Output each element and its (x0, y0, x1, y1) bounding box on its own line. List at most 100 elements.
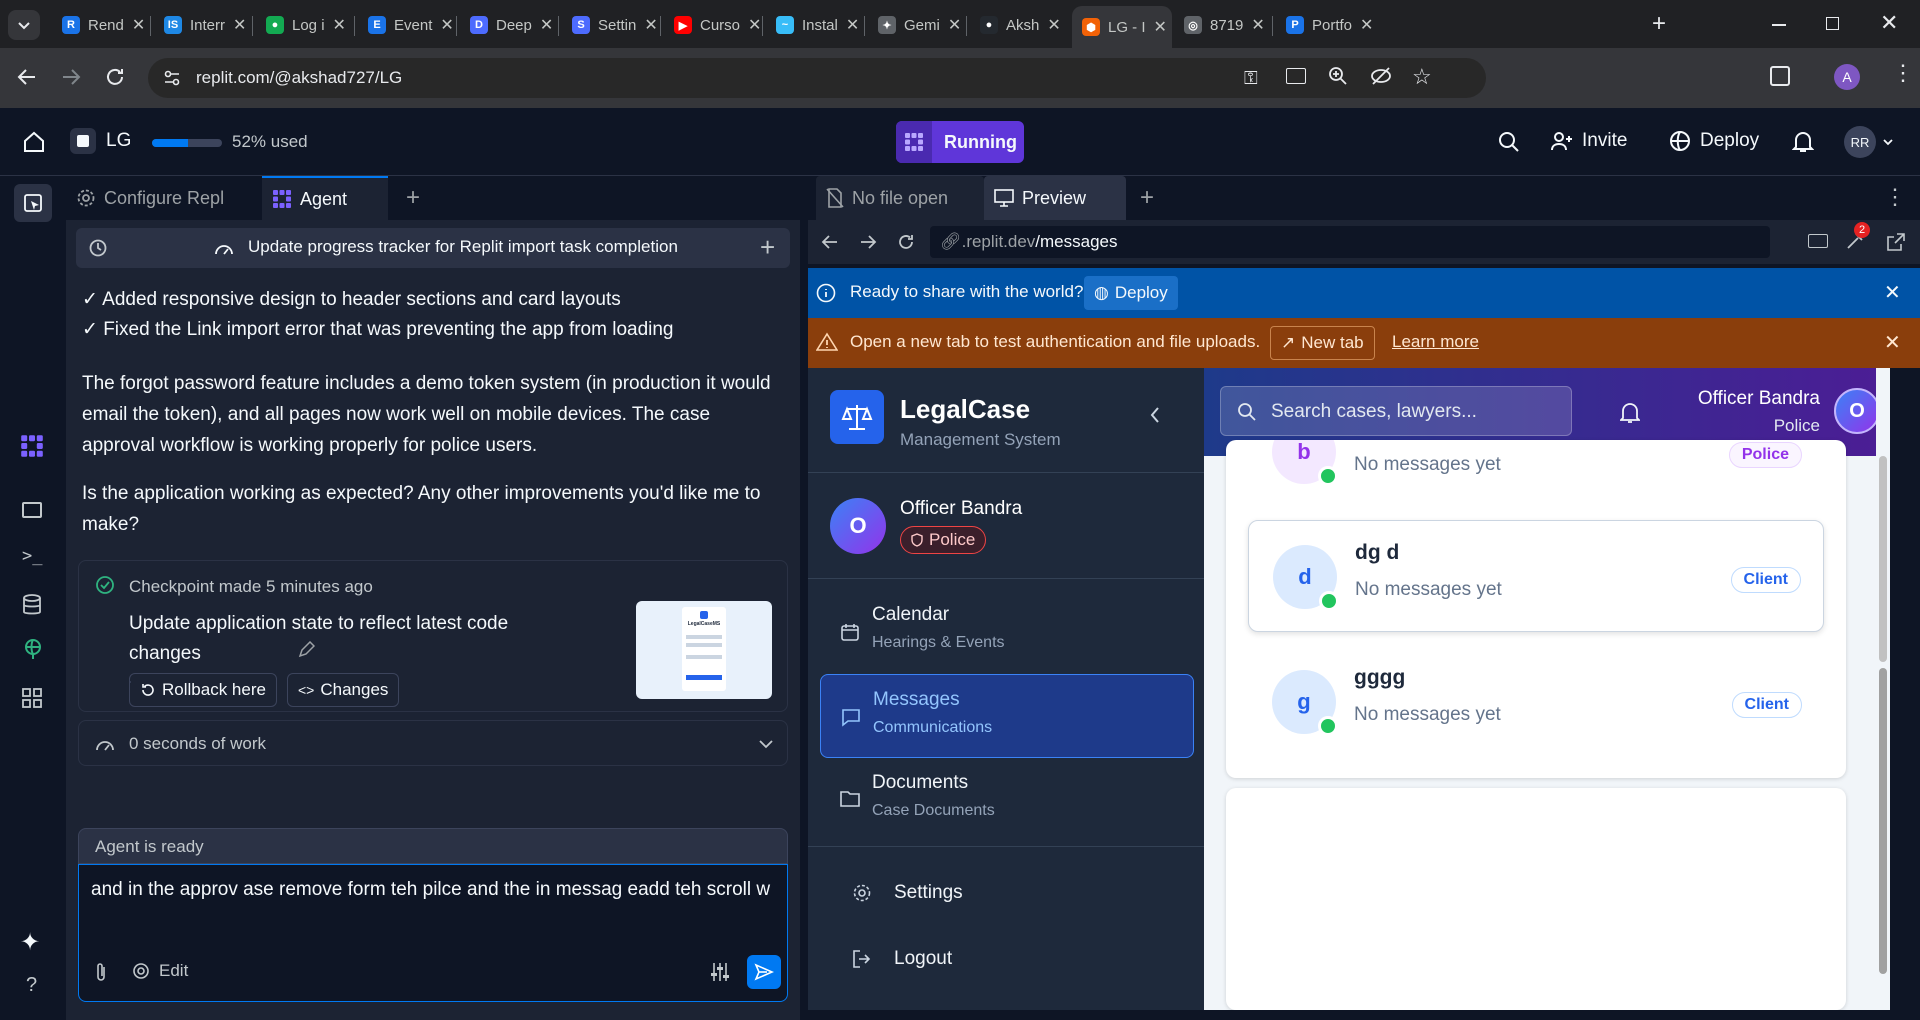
browser-tab[interactable]: ▶ Curso ✕ (664, 8, 760, 42)
browser-tab[interactable]: E Event ✕ (358, 8, 454, 42)
address-bar[interactable]: replit.com/@akshad727/LG ⚿ ☆ (148, 58, 1486, 98)
tab-agent[interactable]: Agent (262, 176, 388, 220)
add-tab-button[interactable]: + (1140, 184, 1154, 212)
close-banner-icon[interactable]: ✕ (1884, 330, 1901, 355)
agent-tool-icon[interactable] (20, 434, 44, 458)
settings-link[interactable]: Settings (852, 882, 963, 904)
add-tab-button[interactable]: + (406, 184, 420, 212)
agent-prompt-input[interactable]: and in the approv ase remove form teh pi… (91, 875, 777, 905)
browser-tab[interactable]: P Portfo ✕ (1276, 8, 1372, 42)
browser-tab[interactable]: R Rend ✕ (52, 8, 148, 42)
logout-link[interactable]: Logout (852, 948, 952, 970)
ai-sparkle-icon[interactable]: ✦ (20, 928, 40, 957)
tab-no-file[interactable]: No file open (816, 176, 984, 220)
open-new-tab-icon[interactable] (1886, 232, 1906, 252)
user-avatar[interactable]: RR (1844, 126, 1876, 158)
new-session-button[interactable]: + (760, 232, 775, 263)
collapse-sidebar-icon[interactable] (1148, 406, 1162, 424)
deployments-tool-icon[interactable] (22, 638, 44, 660)
send-button[interactable] (747, 955, 781, 989)
search-icon[interactable] (1498, 131, 1520, 153)
help-icon[interactable]: ? (26, 974, 37, 997)
reload-icon[interactable] (104, 66, 126, 88)
home-icon[interactable] (22, 130, 46, 154)
all-tools-icon[interactable] (22, 688, 42, 708)
history-icon[interactable] (88, 238, 108, 258)
preview-reload-icon[interactable] (896, 232, 916, 252)
changes-button[interactable]: <> Changes (287, 673, 400, 707)
close-tab-icon[interactable]: ✕ (132, 15, 145, 35)
bookmark-star-icon[interactable]: ☆ (1412, 64, 1432, 90)
nav-item-calendar[interactable]: Calendar Hearings & Events (820, 590, 1194, 674)
pane-divider[interactable] (800, 176, 808, 1020)
conversation-item[interactable]: bb uuNo messages yetPolice (1248, 440, 1824, 508)
password-key-icon[interactable]: ⚿ (1244, 68, 1258, 89)
preview-forward-icon[interactable] (858, 232, 878, 252)
preview-back-icon[interactable] (820, 232, 840, 252)
page-scrollbar[interactable] (1876, 368, 1890, 1010)
forward-arrow-icon[interactable] (60, 66, 82, 88)
close-tab-icon[interactable]: ✕ (644, 15, 657, 35)
learn-more-link[interactable]: Learn more (1392, 332, 1479, 352)
browser-tab[interactable]: IS Interr ✕ (154, 8, 250, 42)
extensions-puzzle-icon[interactable] (1770, 66, 1790, 86)
nav-item-messages[interactable]: Messages Communications (820, 674, 1194, 758)
header-user-avatar[interactable]: O (1834, 388, 1880, 434)
app-search-input[interactable]: Search cases, lawyers... (1220, 386, 1572, 436)
run-button[interactable]: Running (896, 121, 1024, 163)
minimize-button[interactable] (1772, 24, 1786, 26)
tab-configure-repl[interactable]: Configure Repl (66, 176, 234, 220)
nav-item-documents[interactable]: Documents Case Documents (820, 758, 1194, 842)
user-menu-chevron-icon[interactable] (1882, 136, 1894, 148)
responsive-devices-icon[interactable] (1808, 234, 1828, 248)
close-tab-icon[interactable]: ✕ (748, 15, 760, 35)
browser-tab[interactable]: D Deep ✕ (460, 8, 556, 42)
pane-menu-icon[interactable]: ⋮ (1884, 184, 1906, 210)
site-info-icon[interactable] (162, 68, 182, 88)
banner-deploy-button[interactable]: ◍ Deploy (1084, 276, 1178, 310)
zoom-icon[interactable] (1328, 66, 1348, 86)
checkpoint-screenshot-thumbnail[interactable]: LegalCaseMS (636, 601, 772, 699)
close-window-button[interactable]: ✕ (1880, 10, 1898, 36)
bell-icon[interactable] (1620, 402, 1640, 424)
browser-tab[interactable]: ● Aksh ✕ (970, 8, 1066, 42)
tracking-blocked-icon[interactable] (1370, 66, 1392, 86)
invite-button[interactable]: Invite (1550, 129, 1627, 153)
close-tab-icon[interactable]: ✕ (1047, 15, 1060, 35)
settings-sliders-icon[interactable] (709, 961, 731, 983)
close-tab-icon[interactable]: ✕ (440, 15, 453, 35)
tab-preview[interactable]: Preview (984, 176, 1126, 220)
file-tree-icon[interactable] (14, 184, 52, 222)
profile-avatar[interactable]: A (1834, 64, 1860, 90)
edit-mode-toggle[interactable]: Edit (131, 961, 188, 981)
close-tab-icon[interactable]: ✕ (233, 15, 246, 35)
paperclip-icon[interactable] (93, 961, 109, 983)
close-tab-icon[interactable]: ✕ (1360, 15, 1372, 35)
new-tab-button[interactable]: + (1652, 10, 1666, 38)
close-tab-icon[interactable]: ✕ (1154, 17, 1167, 37)
preview-tool-icon[interactable] (22, 502, 42, 518)
browser-tab[interactable]: ⬢ LG - I ✕ (1072, 6, 1172, 48)
close-tab-icon[interactable]: ✕ (333, 15, 346, 35)
notifications-bell-icon[interactable] (1792, 130, 1814, 154)
close-tab-icon[interactable]: ✕ (846, 15, 859, 35)
repl-name[interactable]: LG (106, 130, 131, 152)
tab-search-button[interactable] (8, 10, 40, 40)
new-tab-button[interactable]: ↗ New tab (1270, 326, 1375, 360)
close-banner-icon[interactable]: ✕ (1884, 280, 1901, 305)
browser-tab[interactable]: ● Log i ✕ (256, 8, 352, 42)
maximize-button[interactable] (1826, 17, 1839, 30)
browser-tab[interactable]: ◎ 8719 ✕ (1174, 8, 1270, 42)
rollback-here-button[interactable]: Rollback here (129, 673, 277, 707)
close-tab-icon[interactable]: ✕ (1251, 15, 1264, 35)
conversation-item[interactable]: JJohn Smith (1248, 772, 1824, 778)
database-tool-icon[interactable] (22, 594, 42, 616)
back-arrow-icon[interactable] (16, 66, 38, 88)
close-tab-icon[interactable]: ✕ (948, 15, 961, 35)
shell-tool-icon[interactable]: >_ (22, 546, 42, 566)
conversation-item[interactable]: d dg d No messages yet Client (1248, 520, 1824, 632)
conversation-item[interactable]: g gggg No messages yet Client (1248, 646, 1824, 758)
preview-url-field[interactable]: 🔗︎.replit.dev/messages (930, 226, 1770, 258)
browser-tab[interactable]: ~ Instal ✕ (766, 8, 862, 42)
install-app-icon[interactable] (1286, 68, 1306, 84)
